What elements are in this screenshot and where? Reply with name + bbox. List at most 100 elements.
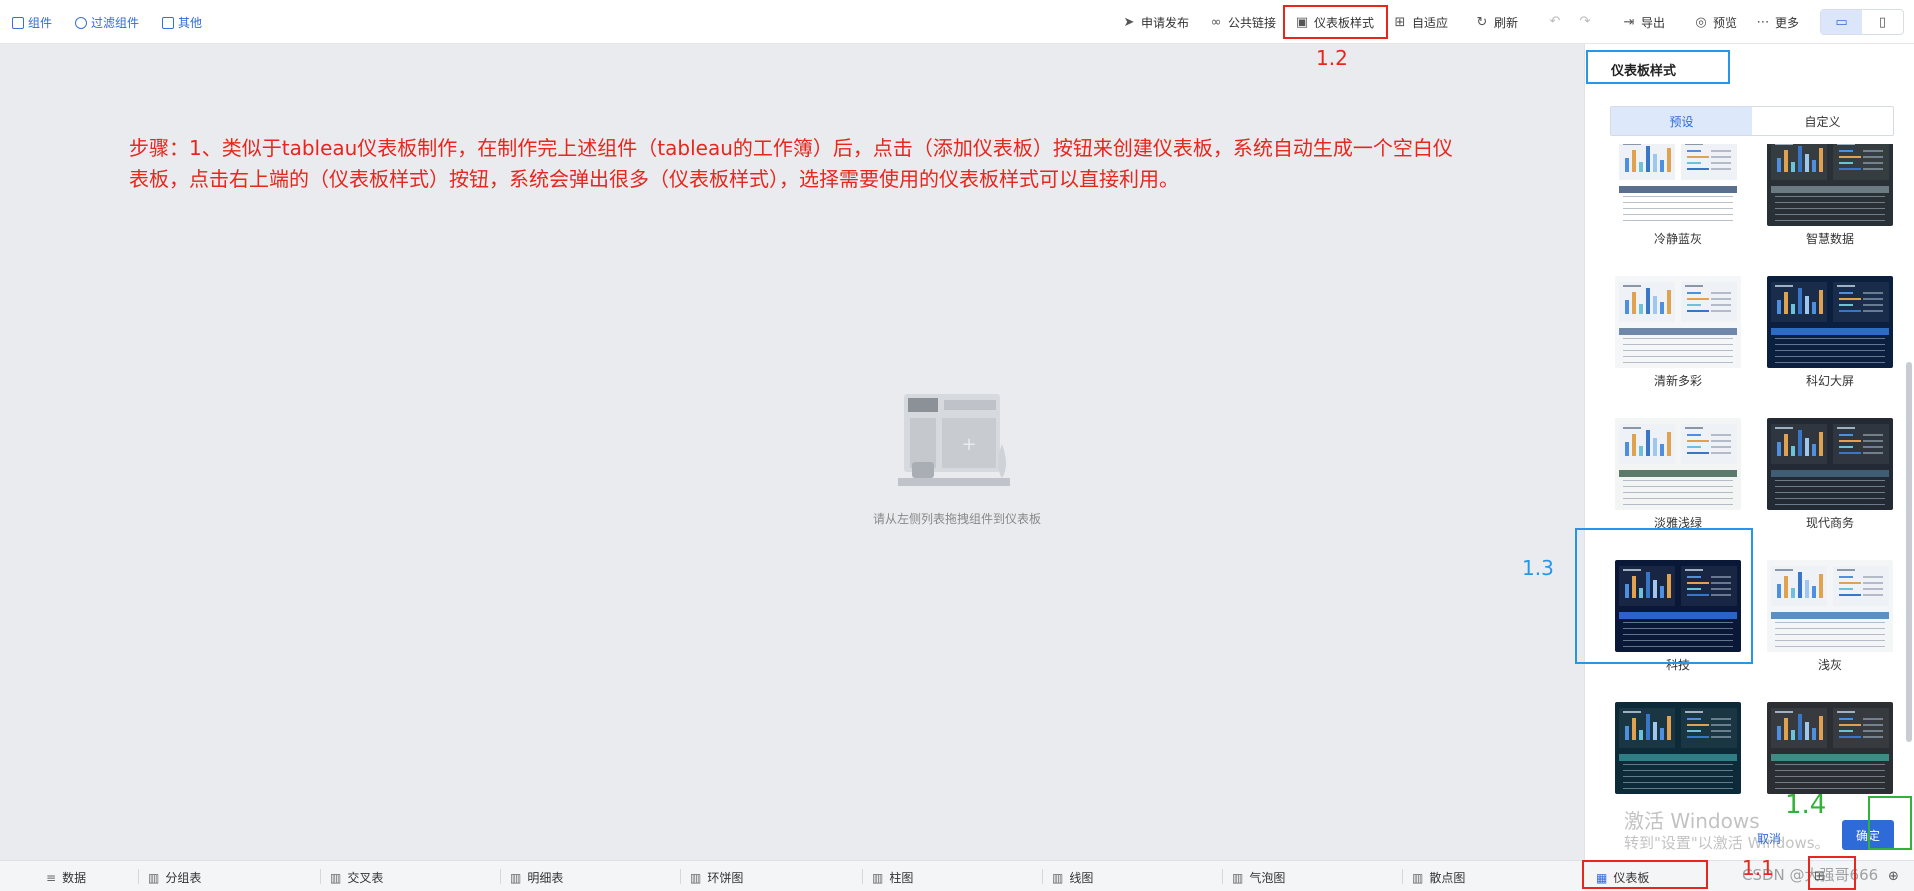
redo-button[interactable]: ↷ — [1578, 14, 1592, 29]
send-icon: ➤ — [1123, 15, 1135, 30]
refresh-icon: ↻ — [1476, 15, 1488, 30]
style-card[interactable]: 复古 — [1761, 702, 1895, 800]
style-card[interactable]: 浅灰 — [1761, 560, 1895, 684]
divider — [680, 869, 681, 884]
style-thumbnail — [1615, 276, 1741, 368]
divider — [320, 869, 321, 884]
chart-icon: ▥ — [1412, 870, 1424, 885]
refresh-button[interactable]: ↻ 刷新 — [1475, 14, 1518, 31]
svg-text:+: + — [961, 434, 976, 455]
other-button[interactable]: 其他 — [162, 14, 202, 31]
empty-hint: 请从左侧列表拖拽组件到仪表板 — [872, 512, 1041, 526]
adaptive-button[interactable]: ⊞ 自适应 — [1393, 14, 1448, 31]
mobile-view-button[interactable]: ▯ — [1862, 10, 1903, 34]
export-button[interactable]: ⇥ 导出 — [1622, 14, 1665, 31]
bottom-tab-bubble-chart[interactable]: ▥ 气泡图 — [1232, 869, 1285, 886]
style-card[interactable]: 星空 — [1609, 702, 1743, 800]
refresh-label: 刷新 — [1494, 16, 1519, 30]
more-button[interactable]: ⋯ 更多 — [1756, 14, 1800, 31]
marker-label-1-1: 1.1 — [1742, 856, 1774, 880]
filter-components-button[interactable]: 过滤组件 — [75, 14, 139, 31]
export-label: 导出 — [1641, 16, 1666, 30]
bottom-tab-bar-chart[interactable]: ▥ 柱图 — [872, 869, 913, 886]
marker-label-1-3: 1.3 — [1522, 556, 1554, 580]
bottom-tab-label: 仪表板 — [1613, 871, 1650, 885]
desktop-icon: ▭ — [1835, 14, 1848, 30]
chart-icon: ▥ — [1232, 870, 1244, 885]
link-icon: ∞ — [1210, 15, 1222, 30]
components-button[interactable]: 组件 — [12, 14, 52, 31]
style-card[interactable]: 冷静蓝灰 — [1609, 144, 1743, 258]
bottom-tab-label: 交叉表 — [347, 871, 384, 885]
component-icon — [12, 16, 24, 29]
adaptive-label: 自适应 — [1412, 16, 1449, 30]
bottom-tab-line-chart[interactable]: ▥ 线图 — [1052, 869, 1093, 886]
bottom-tab-data[interactable]: ≡ 数据 — [46, 869, 86, 886]
bottom-tab-ring-pie[interactable]: ▥ 环饼图 — [690, 869, 743, 886]
preview-button[interactable]: ◎ 预览 — [1694, 14, 1737, 31]
tutorial-annotation: 步骤：1、类似于tableau仪表板制作，在制作完上述组件（tableau的工作… — [129, 136, 1453, 191]
divider — [862, 869, 863, 884]
bottom-tab-group-table[interactable]: ▥ 分组表 — [148, 869, 201, 886]
style-thumbnail — [1615, 560, 1741, 652]
bottom-tab-scatter-chart[interactable]: ▥ 散点图 — [1412, 869, 1465, 886]
tab-preset[interactable]: 预设 — [1611, 107, 1752, 135]
bottom-tab-dashboard[interactable]: ▦ 仪表板 — [1596, 869, 1649, 886]
chart-icon: ▥ — [872, 870, 884, 885]
style-thumbnail — [1767, 144, 1893, 226]
publish-button[interactable]: ➤ 申请发布 — [1122, 14, 1189, 31]
bottom-tab-label: 数据 — [62, 871, 87, 885]
style-card[interactable]: 智慧数据 — [1761, 144, 1895, 258]
marker-label-1-4: 1.4 — [1785, 790, 1827, 820]
top-toolbar: 组件 过滤组件 其他 ➤ 申请发布 ∞ 公共链接 ▣ 仪表板样式 ⊞ 自适应 ↻… — [0, 0, 1914, 44]
desktop-view-button[interactable]: ▭ — [1821, 10, 1862, 34]
divider — [500, 869, 501, 884]
style-card[interactable]: 淡雅浅绿 — [1609, 418, 1743, 542]
style-list: 冷静蓝灰 智慧数据清新多彩 科幻大屏淡雅浅绿 现代商务科技 浅灰星空复古 — [1585, 144, 1905, 800]
panel-title: 仪表板样式 — [1611, 64, 1677, 79]
style-thumbnail — [1767, 276, 1893, 368]
chart-icon: ▥ — [330, 870, 342, 885]
settings-icon[interactable]: ⊕ — [1888, 869, 1899, 884]
windows-activation-hint: 转到"设置"以激活 Windows。 — [1624, 834, 1830, 852]
style-card-label: 淡雅浅绿 — [1653, 516, 1702, 530]
style-card-label: 浅灰 — [1817, 658, 1842, 672]
style-card[interactable]: 科技 — [1609, 560, 1743, 684]
database-icon: ≡ — [46, 870, 57, 885]
preview-icon: ◎ — [1695, 15, 1707, 30]
tab-custom[interactable]: 自定义 — [1752, 107, 1893, 135]
style-card-label: 智慧数据 — [1805, 232, 1854, 246]
bottom-tab-detail-table[interactable]: ▥ 明细表 — [510, 869, 563, 886]
bottom-tab-cross-table[interactable]: ▥ 交叉表 — [330, 869, 383, 886]
dashboard-icon: ▦ — [1596, 870, 1608, 885]
other-icon — [162, 16, 174, 29]
style-card-label: 科技 — [1665, 658, 1690, 672]
style-card-label: 清新多彩 — [1653, 374, 1702, 388]
bottom-tab-label: 分组表 — [165, 871, 202, 885]
style-thumbnail — [1767, 702, 1893, 794]
public-link-button[interactable]: ∞ 公共链接 — [1209, 14, 1276, 31]
panel-scrollbar[interactable] — [1906, 362, 1912, 742]
preview-label: 预览 — [1713, 16, 1738, 30]
empty-dashboard-illustration: + — [898, 394, 1010, 486]
confirm-button[interactable]: 确定 — [1842, 820, 1894, 850]
mobile-icon: ▯ — [1878, 14, 1887, 30]
dashboard-style-button[interactable]: ▣ 仪表板样式 — [1295, 14, 1374, 31]
divider — [138, 869, 139, 884]
more-icon: ⋯ — [1756, 15, 1770, 30]
dashboard-style-label: 仪表板样式 — [1314, 16, 1375, 30]
style-icon: ▣ — [1295, 15, 1309, 30]
style-thumbnail — [1767, 560, 1893, 652]
marker-label-1-2: 1.2 — [1316, 46, 1348, 70]
style-card-label: 现代商务 — [1805, 516, 1854, 530]
bottom-tab-label: 气泡图 — [1249, 871, 1286, 885]
bottom-tab-label: 柱图 — [889, 871, 914, 885]
undo-button[interactable]: ↶ — [1548, 14, 1562, 29]
style-card[interactable]: 现代商务 — [1761, 418, 1895, 542]
style-thumbnail — [1615, 702, 1741, 794]
style-card-label: 冷静蓝灰 — [1653, 232, 1702, 246]
chart-icon: ▥ — [148, 870, 160, 885]
style-card[interactable]: 清新多彩 — [1609, 276, 1743, 400]
style-card[interactable]: 科幻大屏 — [1761, 276, 1895, 400]
chart-icon: ▥ — [690, 870, 702, 885]
